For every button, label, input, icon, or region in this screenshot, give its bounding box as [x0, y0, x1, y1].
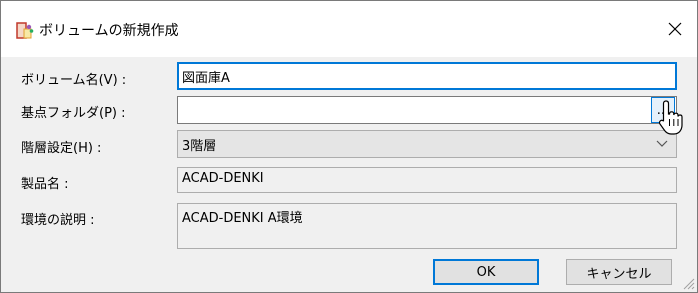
- cancel-button[interactable]: キャンセル: [566, 259, 672, 285]
- env-description-field: ACAD-DENKI A環境: [177, 203, 677, 249]
- cancel-button-label: キャンセル: [586, 266, 652, 282]
- env-description-label: 環境の説明 :: [21, 213, 95, 228]
- hand-pointer-cursor-icon: [658, 100, 683, 135]
- base-folder-label: 基点フォルダ(P) :: [21, 106, 126, 121]
- new-volume-dialog: ボリュームの新規作成 ボリューム名(V) : 図面庫A 基点フォルダ(P) : …: [0, 0, 698, 293]
- app-icon: [16, 22, 34, 39]
- volume-name-value: 図面庫A: [182, 71, 230, 86]
- product-name-label: 製品名 :: [21, 177, 69, 192]
- product-name-value: ACAD-DENKI: [182, 171, 264, 186]
- resize-grip-icon[interactable]: [681, 276, 695, 290]
- title-bar: ボリュームの新規作成: [1, 1, 697, 57]
- window-title: ボリュームの新規作成: [39, 23, 179, 39]
- product-name-field: ACAD-DENKI: [177, 167, 677, 193]
- ok-button-label: OK: [476, 264, 496, 280]
- close-icon: [668, 22, 682, 36]
- chevron-down-icon: [656, 140, 668, 147]
- volume-name-label: ボリューム名(V) :: [21, 73, 127, 88]
- ok-button[interactable]: OK: [433, 259, 539, 285]
- volume-name-input[interactable]: 図面庫A: [177, 62, 677, 90]
- hierarchy-select[interactable]: 3階層: [177, 130, 677, 158]
- hierarchy-label: 階層設定(H) :: [21, 141, 102, 156]
- env-description-value: ACAD-DENKI A環境: [182, 211, 303, 226]
- hierarchy-value: 3階層: [182, 139, 217, 154]
- base-folder-input[interactable]: [177, 96, 677, 124]
- close-button[interactable]: [653, 9, 697, 49]
